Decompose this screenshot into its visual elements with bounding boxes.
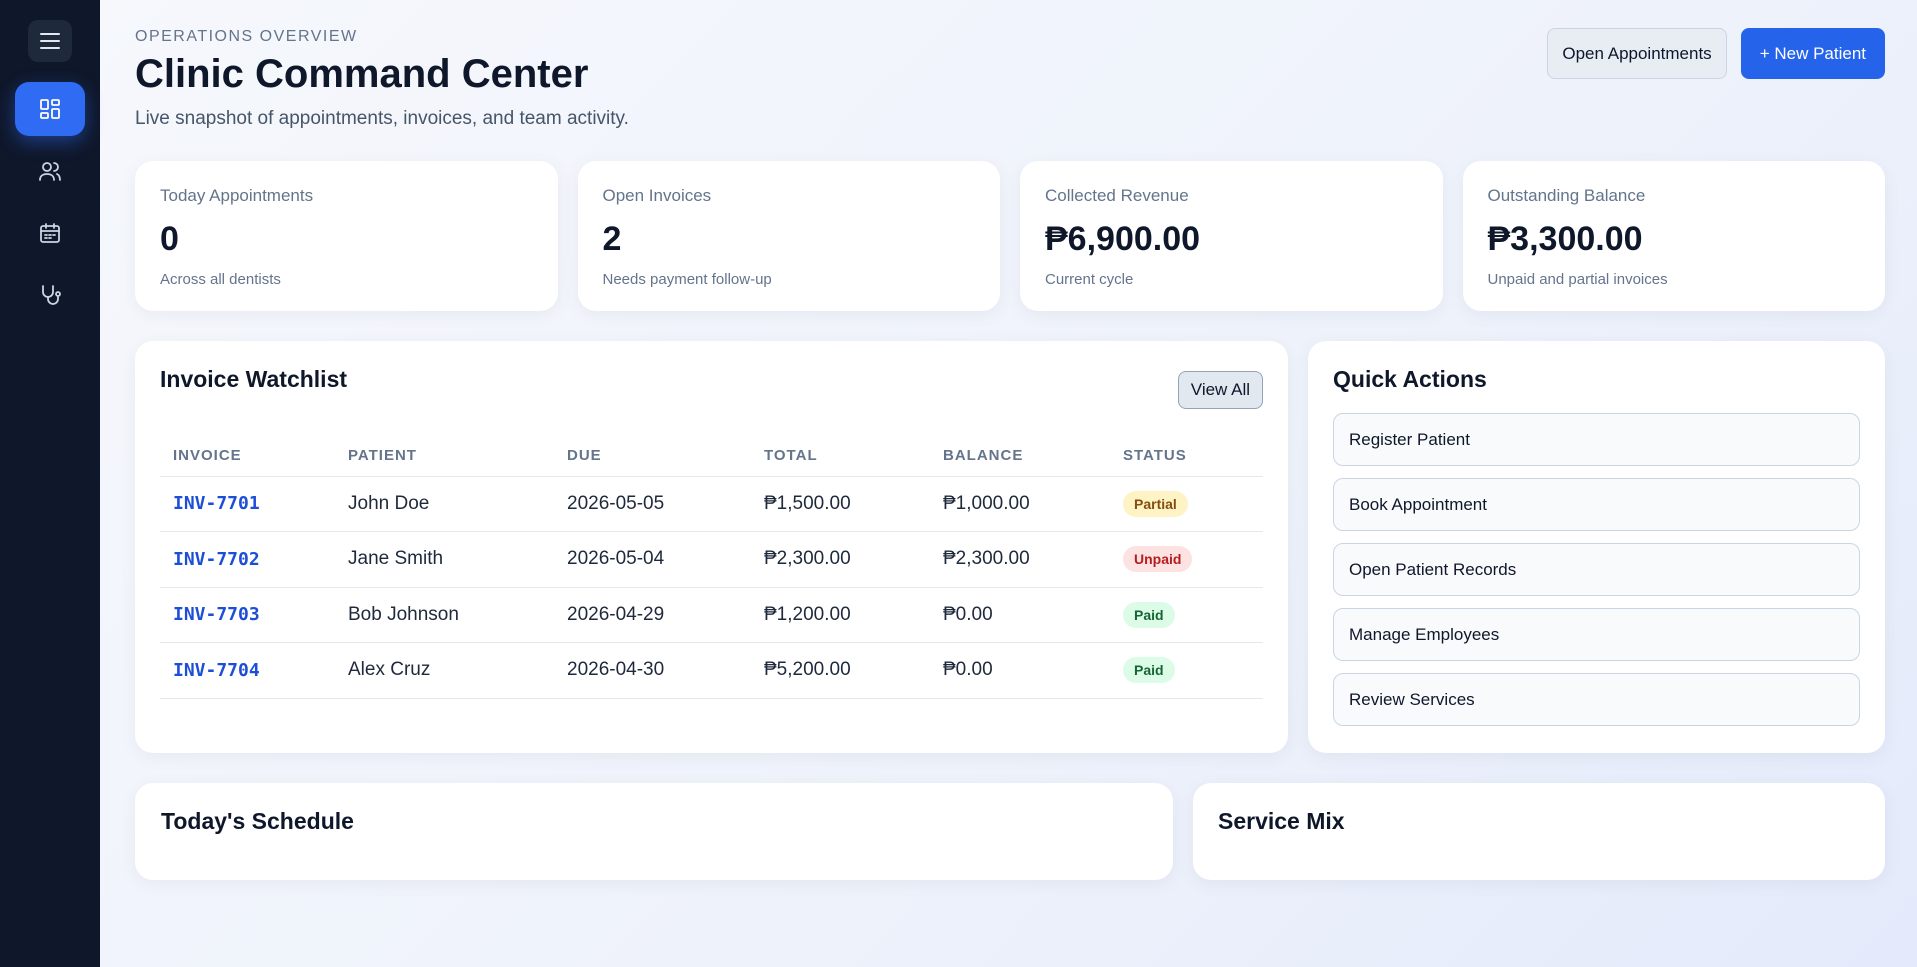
stat-card-outstanding-balance: Outstanding Balance ₱3,300.00 Unpaid and… [1462, 161, 1885, 311]
panel-title: Today's Schedule [161, 808, 354, 834]
stat-hint: Across all dentists [160, 271, 281, 288]
table-row[interactable]: INV-7703 Bob Johnson 2026-04-29 ₱1,200.0… [160, 587, 1263, 643]
balance-cell: ₱0.00 [930, 642, 1110, 699]
open-appointments-button[interactable]: Open Appointments [1547, 28, 1727, 79]
users-icon [39, 162, 61, 181]
stat-value: ₱6,900.00 [1045, 220, 1201, 258]
patient-cell: Jane Smith [335, 531, 554, 588]
stat-hint: Current cycle [1045, 271, 1134, 288]
sidebar-item-patients[interactable] [15, 144, 85, 198]
hamburger-icon [40, 33, 60, 49]
patient-cell: John Doe [335, 476, 554, 532]
stat-card-today-appointments: Today Appointments 0 Across all dentists [135, 161, 558, 311]
invoice-link[interactable]: INV-7703 [160, 587, 335, 643]
balance-cell: ₱1,000.00 [930, 476, 1110, 532]
column-header-invoice[interactable]: INVOICE [160, 436, 335, 477]
table-row[interactable]: INV-7702 Jane Smith 2026-05-04 ₱2,300.00… [160, 531, 1263, 588]
panel-title: Service Mix [1218, 808, 1345, 834]
stats-row: Today Appointments 0 Across all dentists… [135, 161, 1885, 311]
stat-label: Outstanding Balance [1487, 186, 1646, 205]
status-badge: Paid [1123, 601, 1175, 628]
stat-hint: Needs payment follow-up [602, 271, 772, 288]
status-cell: Unpaid [1110, 531, 1263, 588]
stat-value: 2 [602, 220, 622, 258]
balance-cell: ₱0.00 [930, 587, 1110, 643]
stat-card-open-invoices: Open Invoices 2 Needs payment follow-up [577, 161, 1000, 311]
invoice-link[interactable]: INV-7704 [160, 642, 335, 699]
stat-card-collected-revenue: Collected Revenue ₱6,900.00 Current cycl… [1020, 161, 1443, 311]
status-badge: Paid [1123, 657, 1175, 684]
todays-schedule-panel: Today's Schedule [135, 783, 1173, 880]
quick-actions-panel: Quick Actions Register Patient Book Appo… [1308, 341, 1885, 753]
due-cell: 2026-04-29 [554, 587, 751, 643]
total-cell: ₱2,300.00 [751, 531, 930, 588]
sidebar [0, 0, 100, 967]
status-cell: Paid [1110, 587, 1263, 643]
page-title: Clinic Command Center [135, 52, 589, 96]
column-header-total[interactable]: TOTAL [751, 436, 930, 477]
header-actions: Open Appointments + New Patient [1547, 28, 1885, 79]
manage-employees-button[interactable]: Manage Employees [1333, 608, 1860, 661]
patient-cell: Bob Johnson [335, 587, 554, 643]
menu-toggle-button[interactable] [28, 20, 72, 62]
invoice-watchlist-panel: Invoice Watchlist View All INVOICE PATIE… [135, 341, 1288, 753]
patient-cell: Alex Cruz [335, 642, 554, 699]
table-row[interactable]: INV-7701 John Doe 2026-05-05 ₱1,500.00 ₱… [160, 476, 1263, 532]
service-mix-panel: Service Mix [1193, 783, 1885, 880]
new-patient-button[interactable]: + New Patient [1740, 28, 1885, 79]
stethoscope-icon [42, 285, 61, 305]
column-header-balance[interactable]: BALANCE [930, 436, 1110, 477]
invoice-table: INVOICE PATIENT DUE TOTAL BALANCE STATUS… [160, 436, 1263, 699]
sidebar-item-dashboard[interactable] [15, 82, 85, 136]
stat-label: Today Appointments [160, 186, 314, 205]
book-appointment-button[interactable]: Book Appointment [1333, 478, 1860, 531]
status-cell: Paid [1110, 642, 1263, 699]
stat-hint: Unpaid and partial invoices [1487, 271, 1668, 288]
stat-value: 0 [160, 220, 179, 258]
page-eyebrow: OPERATIONS OVERVIEW [135, 28, 358, 45]
balance-cell: ₱2,300.00 [930, 531, 1110, 588]
panel-title: Quick Actions [1333, 366, 1487, 392]
stat-value: ₱3,300.00 [1487, 220, 1643, 258]
table-row[interactable]: INV-7704 Alex Cruz 2026-04-30 ₱5,200.00 … [160, 642, 1263, 699]
total-cell: ₱1,200.00 [751, 587, 930, 643]
table-header-row: INVOICE PATIENT DUE TOTAL BALANCE STATUS [160, 436, 1263, 477]
column-header-patient[interactable]: PATIENT [335, 436, 554, 477]
open-patient-records-button[interactable]: Open Patient Records [1333, 543, 1860, 596]
dashboard-icon [40, 99, 60, 119]
stat-label: Open Invoices [602, 186, 712, 205]
register-patient-button[interactable]: Register Patient [1333, 413, 1860, 466]
status-cell: Partial [1110, 476, 1263, 532]
review-services-button[interactable]: Review Services [1333, 673, 1860, 726]
column-header-due[interactable]: DUE [554, 436, 751, 477]
column-header-status[interactable]: STATUS [1110, 436, 1263, 477]
sidebar-item-appointments[interactable] [15, 206, 85, 260]
sidebar-item-services[interactable] [15, 268, 85, 322]
panel-title: Invoice Watchlist [160, 366, 348, 392]
due-cell: 2026-04-30 [554, 642, 751, 699]
page-subtitle: Live snapshot of appointments, invoices,… [135, 108, 629, 129]
quick-actions-list: Register Patient Book Appointment Open P… [1333, 413, 1860, 726]
due-cell: 2026-05-04 [554, 531, 751, 588]
status-badge: Partial [1123, 490, 1188, 517]
total-cell: ₱1,500.00 [751, 476, 930, 532]
invoice-link[interactable]: INV-7701 [160, 476, 335, 532]
stat-label: Collected Revenue [1045, 186, 1189, 205]
due-cell: 2026-05-05 [554, 476, 751, 532]
invoice-link[interactable]: INV-7702 [160, 531, 335, 588]
status-badge: Unpaid [1123, 546, 1193, 573]
view-all-button[interactable]: View All [1177, 371, 1263, 409]
total-cell: ₱5,200.00 [751, 642, 930, 699]
calendar-icon [40, 223, 60, 243]
